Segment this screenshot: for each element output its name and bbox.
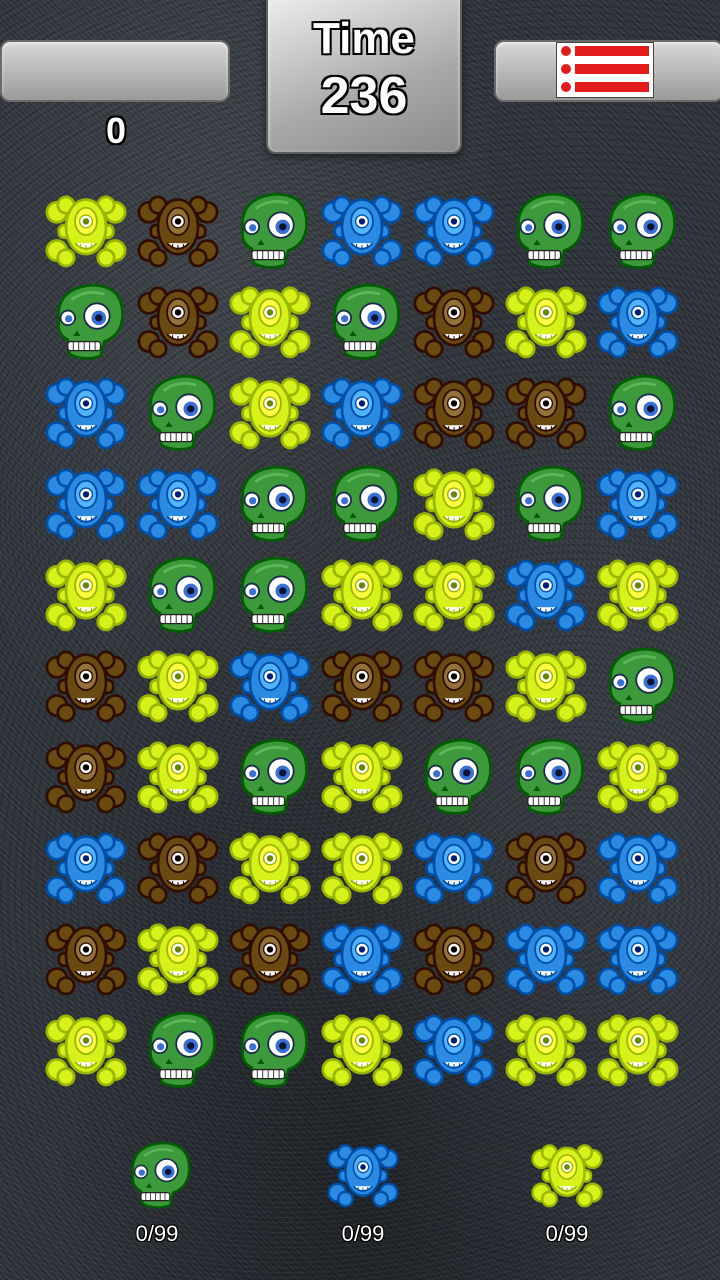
blue-crossbones-piece[interactable] [316,913,408,1004]
brown-crossbones-piece[interactable] [132,276,224,367]
yellow-crossbones-piece[interactable] [224,367,316,458]
goal-green-skull: 0/99 [92,1135,222,1246]
yellow-crossbones-piece[interactable] [40,1004,132,1095]
yellow-crossbones-piece[interactable] [40,185,132,276]
brown-crossbones-piece[interactable] [500,367,592,458]
menu-button[interactable] [556,42,654,98]
yellow-crossbones-piece[interactable] [224,822,316,913]
green-skull-piece[interactable] [592,185,684,276]
blue-crossbones-piece[interactable] [500,913,592,1004]
blue-crossbones-piece[interactable] [132,458,224,549]
yellow-crossbones-piece[interactable] [40,549,132,640]
yellow-crossbones-piece[interactable] [132,731,224,822]
green-skull-piece[interactable] [500,731,592,822]
brown-crossbones-piece[interactable] [408,913,500,1004]
brown-crossbones-piece[interactable] [500,822,592,913]
blue-crossbones-piece[interactable] [316,367,408,458]
hamburger-list-icon [561,45,649,57]
green-skull-piece[interactable] [500,458,592,549]
yellow-crossbones-piece[interactable] [316,549,408,640]
green-skull-piece[interactable] [500,185,592,276]
green-skull-piece[interactable] [132,549,224,640]
blue-crossbones-piece[interactable] [40,367,132,458]
brown-crossbones-piece[interactable] [132,822,224,913]
yellow-crossbones-piece[interactable] [500,276,592,367]
timer-box: Time 236 [266,0,462,154]
time-value: 236 [320,67,408,125]
yellow-crossbones-piece[interactable] [408,458,500,549]
blue-crossbones-piece[interactable] [408,822,500,913]
brown-crossbones-piece[interactable] [408,640,500,731]
yellow-crossbones-piece[interactable] [316,822,408,913]
blue-crossbones-piece[interactable] [316,185,408,276]
green-skull-piece[interactable] [316,276,408,367]
yellow-crossbones-piece[interactable] [592,1004,684,1095]
green-skull-piece[interactable] [592,640,684,731]
yellow-crossbones-piece[interactable] [316,731,408,822]
green-skull-piece[interactable] [132,367,224,458]
blue-crossbones-piece[interactable] [408,1004,500,1095]
blue-crossbones-icon [298,1135,428,1215]
goal-count: 0/99 [341,1221,385,1246]
goal-count: 0/99 [545,1221,589,1246]
green-skull-piece[interactable] [224,458,316,549]
yellow-crossbones-piece[interactable] [408,549,500,640]
score-value: 0 [105,110,127,151]
blue-crossbones-piece[interactable] [40,458,132,549]
blue-crossbones-piece[interactable] [592,822,684,913]
blue-crossbones-piece[interactable] [408,185,500,276]
green-skull-piece[interactable] [592,367,684,458]
time-label: Time [313,14,415,63]
brown-crossbones-piece[interactable] [316,640,408,731]
hamburger-list-icon [561,81,649,93]
green-skull-piece[interactable] [224,731,316,822]
brown-crossbones-piece[interactable] [40,913,132,1004]
yellow-crossbones-piece[interactable] [132,913,224,1004]
blue-crossbones-piece[interactable] [592,276,684,367]
yellow-crossbones-piece[interactable] [316,1004,408,1095]
brown-crossbones-piece[interactable] [408,367,500,458]
blue-crossbones-piece[interactable] [592,458,684,549]
brown-crossbones-piece[interactable] [40,640,132,731]
blue-crossbones-piece[interactable] [40,822,132,913]
green-skull-piece[interactable] [132,1004,224,1095]
green-skull-piece[interactable] [408,731,500,822]
goal-yellow-crossbones: 0/99 [502,1135,632,1246]
goal-count: 0/99 [135,1221,179,1246]
blue-crossbones-piece[interactable] [224,640,316,731]
green-skull-piece[interactable] [316,458,408,549]
yellow-crossbones-piece[interactable] [500,640,592,731]
blue-crossbones-piece[interactable] [592,913,684,1004]
yellow-crossbones-piece[interactable] [132,640,224,731]
green-skull-piece[interactable] [224,185,316,276]
green-skull-piece[interactable] [224,549,316,640]
brown-crossbones-piece[interactable] [224,913,316,1004]
yellow-crossbones-piece[interactable] [592,731,684,822]
green-skull-piece[interactable] [224,1004,316,1095]
brown-crossbones-piece[interactable] [40,731,132,822]
score-panel [0,40,230,102]
brown-crossbones-piece[interactable] [408,276,500,367]
blue-crossbones-piece[interactable] [500,549,592,640]
yellow-crossbones-piece[interactable] [500,1004,592,1095]
brown-crossbones-piece[interactable] [132,185,224,276]
yellow-crossbones-icon [502,1135,632,1215]
yellow-crossbones-piece[interactable] [224,276,316,367]
goal-blue-crossbones: 0/99 [298,1135,428,1246]
green-skull-piece[interactable] [40,276,132,367]
green-skull-icon [92,1135,222,1215]
yellow-crossbones-piece[interactable] [592,549,684,640]
game-board [40,185,684,1095]
hamburger-list-icon [561,63,649,75]
